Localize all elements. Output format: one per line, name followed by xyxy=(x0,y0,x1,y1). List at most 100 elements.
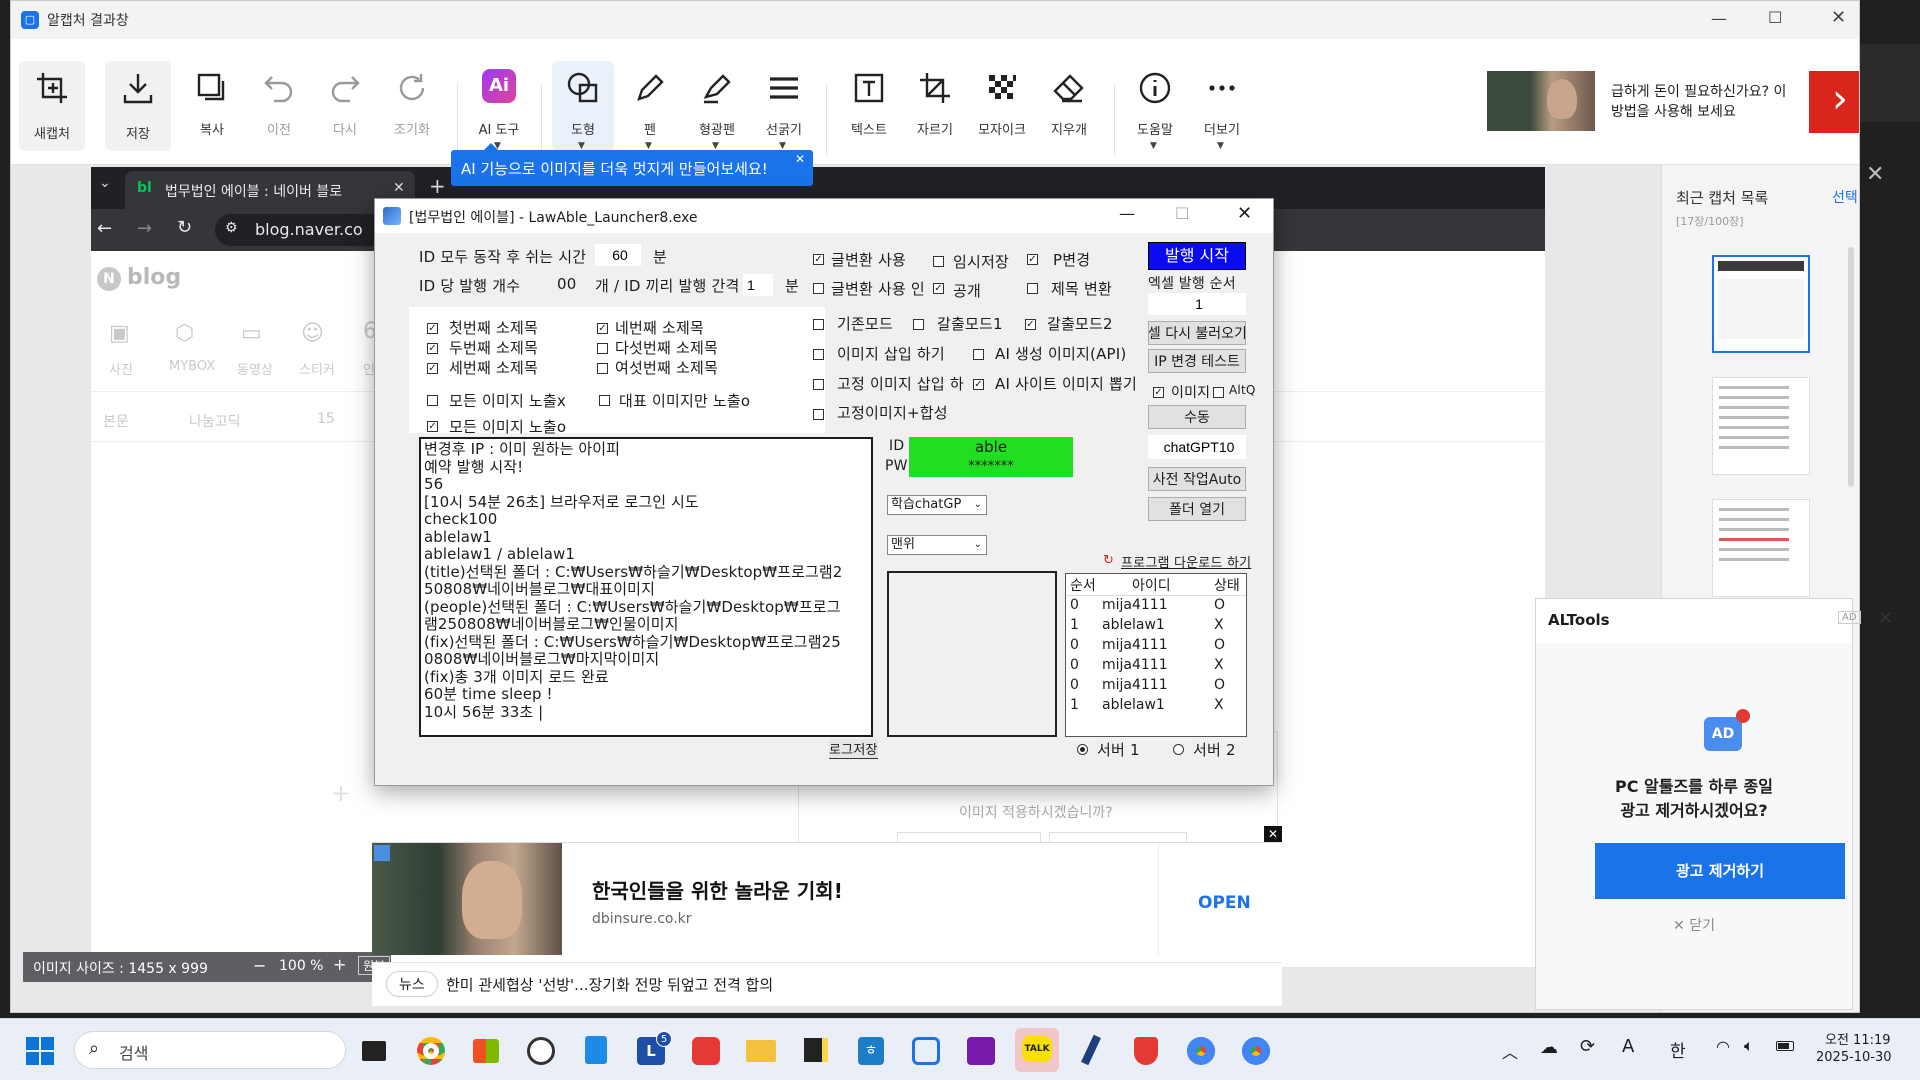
chrome-icon[interactable] xyxy=(412,1031,450,1069)
store-icon[interactable] xyxy=(467,1031,505,1069)
subhead-4-checkbox[interactable]: ✓ xyxy=(597,323,608,334)
presetup-button[interactable]: 사전 작업Auto xyxy=(1148,467,1246,491)
undo-button[interactable]: 이전 xyxy=(248,61,310,138)
image-checkbox[interactable]: ✓ xyxy=(1153,387,1164,398)
fixed-img-checkbox[interactable] xyxy=(813,379,824,390)
geulbyeon-checkbox[interactable]: ✓ xyxy=(813,254,824,265)
file-explorer-icon[interactable] xyxy=(742,1031,780,1069)
subhead-5-checkbox[interactable] xyxy=(597,343,608,354)
interval-input[interactable] xyxy=(743,274,773,296)
img-all-o-checkbox[interactable]: ✓ xyxy=(427,421,438,432)
ip-test-button[interactable]: IP 변경 테스트 xyxy=(1148,349,1246,373)
zoom-in-button[interactable]: + xyxy=(333,955,346,974)
more-button[interactable]: 더보기 ▼ xyxy=(1191,61,1253,151)
chrome-icon[interactable] xyxy=(1237,1031,1275,1069)
rest-time-input[interactable] xyxy=(595,244,641,266)
per-id-value[interactable]: 00 xyxy=(557,275,577,293)
windows-start-icon[interactable] xyxy=(22,1031,60,1069)
battery-icon[interactable] xyxy=(1776,1041,1794,1051)
reset-button[interactable]: 조기화 xyxy=(381,61,443,138)
remove-ads-button[interactable]: 광고 제거하기 xyxy=(1595,843,1845,899)
public-checkbox[interactable]: ✓ xyxy=(933,283,944,294)
log-textarea[interactable]: 변경후 IP : 이미 원하는 아이피 예약 발행 시작! 56 [10시 54분 2… xyxy=(419,437,873,737)
shield-icon[interactable] xyxy=(1127,1031,1165,1069)
img-insert-checkbox[interactable] xyxy=(813,349,824,360)
model-dropdown[interactable]: 학습chatGP ⌄ xyxy=(887,495,987,515)
save-button[interactable]: 저장 xyxy=(105,61,171,151)
basic-mode-checkbox[interactable] xyxy=(813,319,824,330)
panel-scrollbar[interactable] xyxy=(1848,247,1854,487)
list-item[interactable]: 0 mija4111 O xyxy=(1066,596,1246,616)
alzip-icon[interactable]: ㅎ xyxy=(852,1031,890,1069)
list-item[interactable]: 0 mija4111 O xyxy=(1066,636,1246,656)
sync-icon[interactable]: ⟳ xyxy=(1580,1036,1595,1057)
new-capture-button[interactable]: 새캡처 xyxy=(19,61,85,151)
list-item[interactable]: 0 mija4111 O xyxy=(1066,676,1246,696)
text-button[interactable]: 텍스트 xyxy=(838,61,900,138)
chevron-up-icon[interactable]: ︿ xyxy=(1502,1039,1518,1063)
notepad-icon[interactable] xyxy=(577,1031,615,1069)
pw-field[interactable]: ******* xyxy=(909,457,1073,477)
geulbyeon-in-checkbox[interactable] xyxy=(813,283,824,294)
clock-date[interactable]: 2025-10-30 xyxy=(1816,1050,1892,1065)
eraser-button[interactable]: 지우개 xyxy=(1038,61,1100,138)
server2-radio[interactable] xyxy=(1173,744,1184,755)
volume-icon[interactable]: 🔈︎ xyxy=(1744,1036,1754,1056)
position-dropdown[interactable]: 맨위 ⌄ xyxy=(887,535,987,555)
list-item[interactable]: 1 ablelaw1 X xyxy=(1066,696,1246,716)
bottom-ad[interactable]: 한국인들을 위한 놀라운 기회! dbinsure.co.kr OPEN xyxy=(372,842,1282,955)
font-icon[interactable]: A xyxy=(1622,1036,1634,1057)
altq-checkbox[interactable] xyxy=(1213,387,1224,398)
account-list[interactable]: 순서 아이디 상태 0 mija4111 O 1 ablelaw1 X 0 mija411… xyxy=(1065,573,1247,737)
help-button[interactable]: 도움말 ▼ xyxy=(1124,61,1186,151)
pen-button[interactable]: 펜 ▼ xyxy=(619,61,681,151)
line-width-button[interactable]: 선굵기 ▼ xyxy=(753,61,815,151)
id-field[interactable]: able xyxy=(909,437,1073,457)
ai-img-checkbox[interactable] xyxy=(973,349,984,360)
subhead-3-checkbox[interactable]: ✓ xyxy=(427,363,438,374)
snipping-icon[interactable] xyxy=(687,1031,725,1069)
title-change-checkbox[interactable] xyxy=(1027,283,1038,294)
taskbar-search[interactable]: ⌕ 검색 xyxy=(74,1031,346,1069)
sticky-notes-icon[interactable] xyxy=(797,1031,835,1069)
start-publish-button[interactable]: 발행 시작 xyxy=(1148,242,1246,270)
toolbar-ad[interactable]: 급하게 돈이 필요하신가요? 이 방법을 사용해 보세요 › xyxy=(1487,69,1859,133)
capture-thumbnail[interactable] xyxy=(1712,255,1810,353)
maximize-button[interactable]: ☐ xyxy=(1768,8,1782,27)
select-link[interactable]: 선택 xyxy=(1832,187,1858,207)
wifi-icon[interactable]: ◠ xyxy=(1716,1037,1730,1056)
l-app-icon[interactable]: L5 xyxy=(632,1031,672,1069)
pen-app-icon[interactable] xyxy=(1072,1031,1110,1069)
shape-button[interactable]: 도형 ▼ xyxy=(552,61,614,151)
minimize-button[interactable]: — xyxy=(1711,9,1727,28)
task-view-icon[interactable] xyxy=(355,1031,393,1069)
img-all-x-checkbox[interactable] xyxy=(427,395,438,406)
launcher-maximize-button[interactable]: ☐ xyxy=(1175,204,1189,223)
launcher-minimize-button[interactable]: — xyxy=(1119,204,1135,223)
altools-close-icon[interactable]: ✕ xyxy=(1878,608,1893,629)
crop-button[interactable]: 자르기 xyxy=(904,61,966,138)
excel-reload-button[interactable]: 엑셀 다시 불러오기 xyxy=(1148,321,1246,345)
cloud-off-icon[interactable]: ☁ xyxy=(1540,1037,1558,1058)
excel-order-input[interactable] xyxy=(1148,293,1246,315)
close-window-button[interactable]: ✕ xyxy=(1831,7,1846,28)
galchul2-checkbox[interactable]: ✓ xyxy=(1025,319,1036,330)
list-item[interactable]: 1 ablelaw1 X xyxy=(1066,616,1246,636)
ad-arrow-button[interactable]: › xyxy=(1809,71,1859,133)
ad-close-icon[interactable]: ✕ xyxy=(1264,826,1282,842)
altools-dismiss[interactable]: ✕ 닫기 xyxy=(1536,915,1852,935)
server1-radio[interactable] xyxy=(1077,744,1088,755)
ai-tools-button[interactable]: Ai AI 도구 ▼ xyxy=(468,61,530,151)
program-download-link[interactable]: 프로그램 다운로드 하기 xyxy=(1121,552,1251,571)
kakaotalk-icon[interactable]: TALK xyxy=(1015,1028,1059,1072)
clock-app-icon[interactable] xyxy=(522,1031,560,1069)
redo-button[interactable]: 다시 xyxy=(314,61,376,138)
subhead-1-checkbox[interactable]: ✓ xyxy=(427,323,438,334)
highlighter-button[interactable]: 형광펜 ▼ xyxy=(686,61,748,151)
launcher-close-button[interactable]: ✕ xyxy=(1237,203,1252,224)
mosaic-button[interactable]: 모자이크 xyxy=(971,61,1033,138)
subhead-6-checkbox[interactable] xyxy=(597,363,608,374)
site-img-checkbox[interactable]: ✓ xyxy=(973,379,984,390)
copy-button[interactable]: 복사 xyxy=(181,61,243,138)
capture-thumbnail[interactable] xyxy=(1712,499,1810,597)
